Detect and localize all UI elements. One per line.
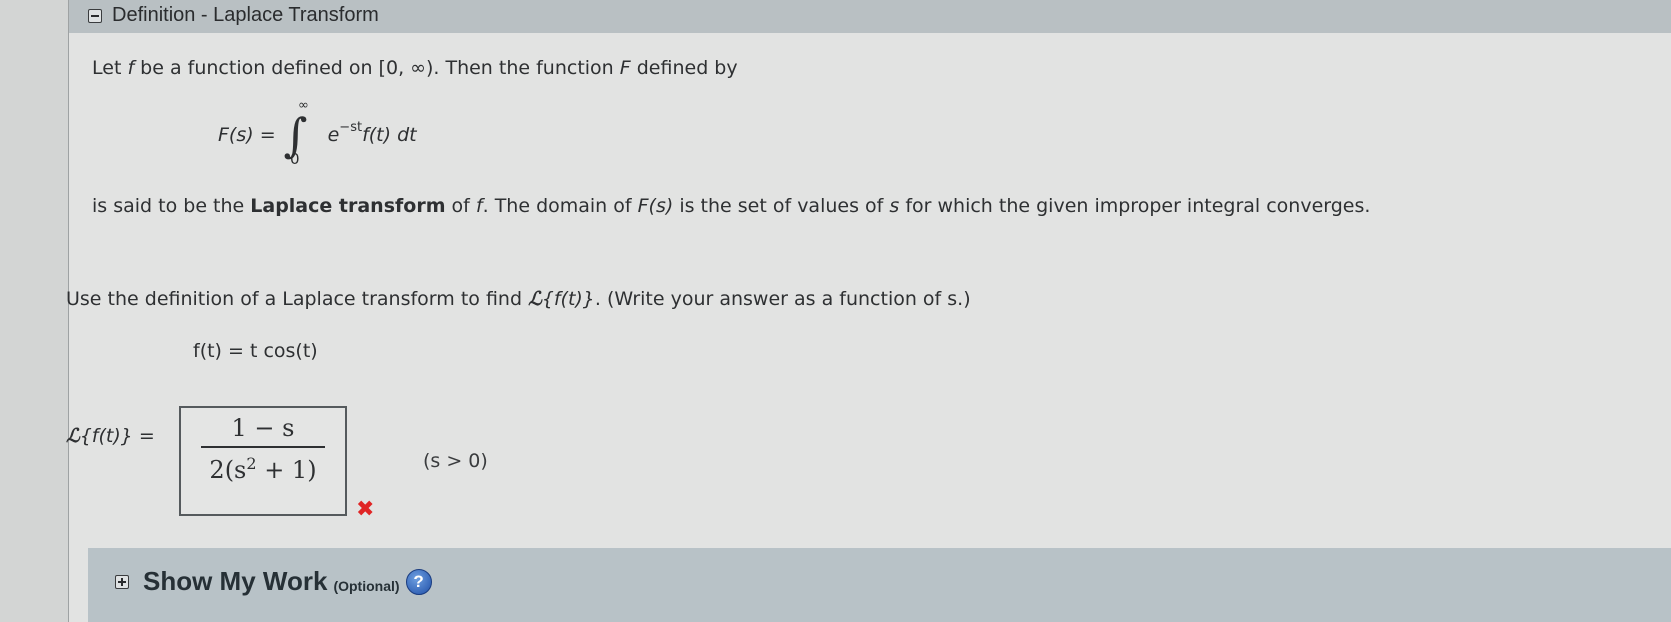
optional-label: (Optional) [333, 577, 400, 594]
show-my-work-title[interactable]: Show My Work [143, 566, 327, 597]
integral-lower-limit: 0 [290, 150, 300, 168]
definition-title: Definition - Laplace Transform [112, 4, 379, 26]
answer-input[interactable]: 1 − s 2(s2 + 1) [179, 406, 347, 516]
given-function: f(t) = t cos(t) [193, 340, 318, 362]
integral-upper-limit: ∞ [298, 98, 309, 113]
definition-header[interactable]: Definition - Laplace Transform [88, 4, 379, 27]
expand-icon[interactable] [115, 574, 129, 589]
answer-label: ℒ{f(t)} = [66, 425, 155, 447]
answer-fraction: 1 − s 2(s2 + 1) [201, 414, 325, 484]
help-question-icon[interactable]: ? [405, 568, 432, 595]
laplace-definition-formula: F(s) = ∫ e−stf(t) dt [218, 108, 417, 162]
answer-denominator: 2(s2 + 1) [209, 454, 317, 484]
definition-line-2: is said to be the Laplace transform of f… [92, 195, 1371, 217]
left-gutter [0, 0, 69, 622]
collapse-icon[interactable] [88, 8, 102, 23]
answer-numerator: 1 − s [231, 414, 295, 442]
question-prompt: Use the definition of a Laplace transfor… [66, 288, 971, 310]
incorrect-x-icon: ✖ [356, 497, 375, 522]
definition-line-1: Let f be a function defined on [0, ∞). T… [92, 57, 738, 79]
domain-condition: (s > 0) [423, 450, 488, 472]
fraction-bar [201, 446, 325, 448]
show-my-work-toggle[interactable]: Show My Work (Optional) ? [115, 566, 432, 597]
